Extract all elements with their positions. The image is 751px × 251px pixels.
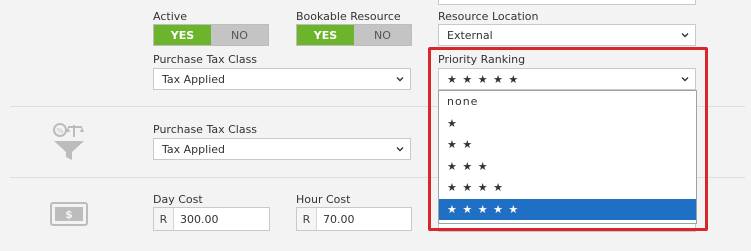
purchase-tax-label-mid: Purchase Tax Class xyxy=(153,123,258,136)
previous-field-bottom xyxy=(438,0,696,5)
chevron-down-icon xyxy=(396,77,404,82)
purchase-tax-select-mid[interactable]: Tax Applied xyxy=(153,138,411,160)
purchase-tax-label-top: Purchase Tax Class xyxy=(153,53,258,66)
currency-prefix: R xyxy=(154,208,174,230)
currency-prefix: R xyxy=(297,208,317,230)
purchase-tax-value-top: Tax Applied xyxy=(162,72,225,86)
bookable-yes-option[interactable]: YES xyxy=(297,25,354,45)
tax-scale-icon: % xyxy=(50,121,88,163)
active-yes-option[interactable]: YES xyxy=(154,25,211,45)
hour-cost-value: 70.00 xyxy=(323,212,355,226)
bookable-no-option[interactable]: NO xyxy=(354,25,411,45)
day-cost-value: 300.00 xyxy=(180,212,219,226)
annotation-highlight-box xyxy=(428,47,708,231)
svg-text:$: $ xyxy=(65,208,73,221)
purchase-tax-select-top[interactable]: Tax Applied xyxy=(153,68,411,90)
resource-location-label: Resource Location xyxy=(438,10,539,23)
hour-cost-field[interactable]: R 70.00 xyxy=(296,207,412,231)
svg-text:%: % xyxy=(57,127,64,135)
chevron-down-icon xyxy=(681,33,689,38)
resource-location-select[interactable]: External xyxy=(438,24,696,46)
money-bill-icon: $ xyxy=(50,202,88,226)
active-toggle[interactable]: YES NO xyxy=(153,24,269,46)
active-no-option[interactable]: NO xyxy=(211,25,268,45)
bookable-label: Bookable Resource xyxy=(296,10,401,23)
bookable-toggle[interactable]: YES NO xyxy=(296,24,412,46)
active-label: Active xyxy=(153,10,188,23)
day-cost-field[interactable]: R 300.00 xyxy=(153,207,270,231)
hour-cost-label: Hour Cost xyxy=(296,193,351,206)
purchase-tax-value-mid: Tax Applied xyxy=(162,142,225,156)
day-cost-label: Day Cost xyxy=(153,193,203,206)
resource-location-value: External xyxy=(447,28,493,42)
chevron-down-icon xyxy=(396,147,404,152)
